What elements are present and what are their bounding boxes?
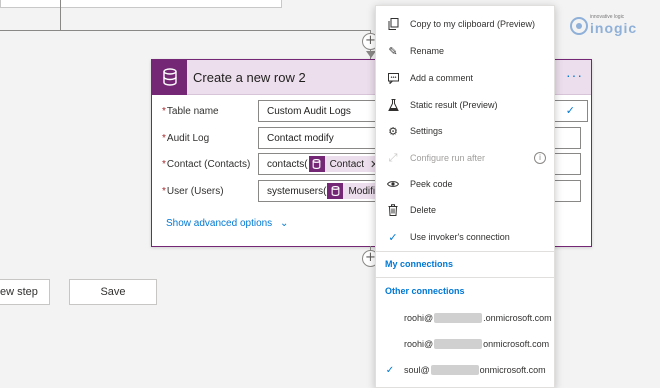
field-prefix: systemusers( [267, 185, 327, 197]
required-mark: * [162, 185, 166, 197]
menu-item-label: Rename [410, 46, 445, 56]
redacted-text [434, 339, 483, 349]
menu-item-peek-code[interactable]: Peek code [376, 171, 554, 197]
redacted-text [434, 313, 483, 323]
chevron-down-icon[interactable]: ✓ [566, 104, 575, 117]
trash-icon [376, 204, 410, 216]
menu-divider [376, 251, 554, 252]
menu-item-rename[interactable]: ✎ Rename [376, 38, 554, 64]
gear-icon: ⚙ [388, 125, 398, 138]
connection-prefix: roohi@ [404, 313, 434, 323]
new-step-label: New step [0, 286, 38, 298]
connection-item-selected[interactable]: ✓ soul@ onmicrosoft.com [376, 358, 554, 382]
menu-item-add-comment[interactable]: Add a comment [376, 65, 554, 91]
connection-suffix: onmicrosoft.com [483, 339, 550, 349]
action-context-menu[interactable]: Copy to my clipboard (Preview) ✎ Rename … [375, 5, 555, 388]
logo-mark-icon [570, 17, 588, 35]
copy-icon [376, 18, 410, 30]
required-mark: * [162, 158, 166, 170]
database-icon [327, 183, 344, 199]
new-step-button[interactable]: New step [0, 279, 50, 305]
eye-icon [376, 180, 410, 188]
connection-prefix: roohi@ [404, 339, 434, 349]
previous-step-card [0, 0, 282, 8]
show-advanced-label: Show advanced options [166, 218, 273, 229]
menu-item-label: Peek code [410, 179, 453, 189]
link-icon: ⤢ [388, 151, 398, 164]
field-value: Custom Audit Logs [267, 105, 351, 117]
field-label: Audit Log [166, 132, 210, 144]
check-icon: ✓ [388, 231, 398, 244]
field-user: *User (Users) [162, 180, 257, 202]
menu-item-label: Configure run after [410, 153, 486, 163]
field-prefix: contacts( [267, 158, 308, 170]
connection-item[interactable]: roohi@ onmicrosoft.com [376, 332, 554, 356]
menu-divider [376, 277, 554, 278]
menu-item-label: Add a comment [410, 73, 474, 83]
menu-item-settings[interactable]: ⚙ Settings [376, 118, 554, 144]
flask-icon [376, 99, 410, 111]
menu-item-label: Copy to my clipboard (Preview) [410, 19, 536, 29]
logo-wordmark: inogic [590, 20, 638, 36]
required-mark: * [162, 105, 166, 117]
redacted-text [430, 365, 479, 375]
field-label: Contact (Contacts) [166, 158, 251, 170]
save-label: Save [100, 286, 126, 298]
menu-item-copy[interactable]: Copy to my clipboard (Preview) [376, 11, 554, 37]
connection-prefix: soul@ [404, 365, 430, 375]
show-advanced-options-link[interactable]: Show advanced options ⌄ [166, 218, 288, 229]
my-connections-heading[interactable]: My connections [385, 259, 453, 269]
save-button[interactable]: Save [69, 279, 157, 305]
flow-connector-line [0, 30, 371, 31]
field-label: Table name [166, 105, 219, 117]
menu-item-label: Use invoker's connection [410, 232, 510, 242]
other-connections-heading: Other connections [385, 286, 465, 296]
token-label: Contact [329, 158, 365, 170]
menu-item-use-invoker-connection[interactable]: ✓ Use invoker's connection [376, 224, 554, 250]
comment-icon [376, 72, 410, 84]
field-audit-log: *Audit Log [162, 127, 257, 149]
menu-item-label: Delete [410, 205, 437, 215]
flow-connector-vertical [60, 0, 61, 31]
field-table-name: *Table name [162, 100, 257, 122]
field-value: Contact modify [267, 132, 334, 144]
dynamic-content-token[interactable]: Contact ✕ [308, 156, 384, 172]
field-label: User (Users) [166, 185, 224, 197]
database-icon [152, 59, 187, 95]
required-mark: * [162, 132, 166, 144]
card-title[interactable]: Create a new row 2 [193, 70, 306, 85]
more-options-icon[interactable]: ··· [566, 67, 583, 83]
menu-item-configure-run-after: ⤢ Configure run after i [376, 145, 554, 171]
menu-item-delete[interactable]: Delete [376, 197, 554, 223]
chevron-down-icon: ⌄ [279, 218, 289, 229]
connection-suffix: .onmicrosoft.com [483, 313, 552, 323]
pencil-icon: ✎ [388, 45, 398, 58]
database-icon [308, 156, 325, 172]
menu-item-static-result[interactable]: Static result (Preview) [376, 92, 554, 118]
connection-item[interactable]: roohi@ .onmicrosoft.com [376, 306, 554, 330]
field-contact: *Contact (Contacts) [162, 153, 257, 175]
check-icon: ✓ [385, 364, 395, 376]
menu-item-label: Static result (Preview) [410, 100, 498, 110]
inogic-logo: innovative logic inogic [570, 14, 642, 38]
connection-suffix: onmicrosoft.com [479, 365, 546, 375]
info-icon[interactable]: i [534, 152, 546, 164]
menu-item-label: Settings [410, 126, 443, 136]
